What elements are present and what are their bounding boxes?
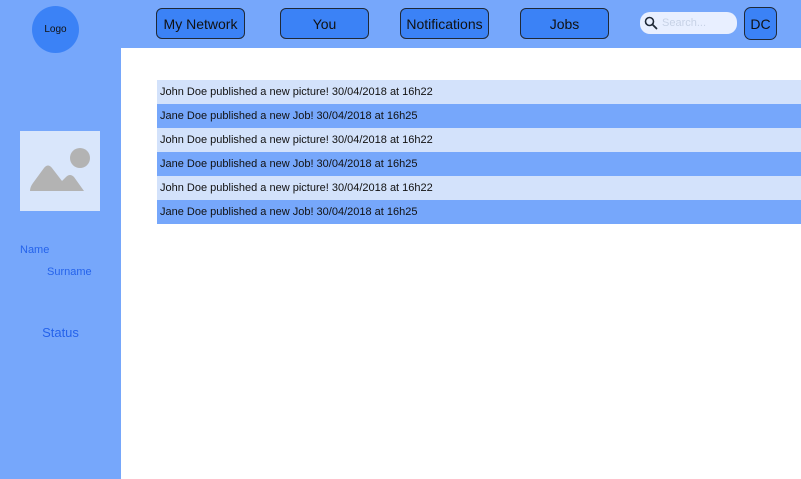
- logo-label: Logo: [44, 24, 67, 35]
- avatar: [20, 131, 100, 211]
- feed-item-text: John Doe published a new picture! 30/04/…: [160, 86, 433, 98]
- feed-item-text: John Doe published a new picture! 30/04/…: [160, 134, 433, 146]
- feed-item[interactable]: Jane Doe published a new Job! 30/04/2018…: [157, 152, 801, 176]
- feed-item-text: Jane Doe published a new Job! 30/04/2018…: [160, 110, 418, 122]
- nav-my-network-button[interactable]: My Network: [156, 8, 245, 39]
- nav-you-label: You: [312, 15, 337, 32]
- nav-jobs-label: Jobs: [549, 15, 580, 32]
- feed-item-text: John Doe published a new picture! 30/04/…: [160, 182, 433, 194]
- nav-notifications-label: Notifications: [406, 15, 483, 32]
- search-input[interactable]: [660, 16, 736, 30]
- logo[interactable]: Logo: [32, 6, 79, 53]
- profile-status: Status: [42, 325, 79, 340]
- nav-jobs-button[interactable]: Jobs: [520, 8, 609, 39]
- feed-item-text: Jane Doe published a new Job! 30/04/2018…: [160, 206, 418, 218]
- user-menu-button[interactable]: DC: [744, 7, 777, 40]
- nav-my-network-label: My Network: [163, 15, 238, 32]
- profile-surname: Surname: [47, 266, 92, 278]
- feed-item[interactable]: Jane Doe published a new Job! 30/04/2018…: [157, 104, 801, 128]
- feed-item[interactable]: John Doe published a new picture! 30/04/…: [157, 80, 801, 104]
- profile-name: Name: [20, 244, 50, 256]
- feed-item-text: Jane Doe published a new Job! 30/04/2018…: [160, 158, 418, 170]
- page: Logo My Network You Notifications Jobs D…: [0, 0, 801, 479]
- user-initials: DC: [750, 15, 771, 32]
- feed-item[interactable]: John Doe published a new picture! 30/04/…: [157, 128, 801, 152]
- activity-feed: John Doe published a new picture! 30/04/…: [157, 80, 801, 224]
- nav-you-button[interactable]: You: [280, 8, 369, 39]
- feed-item[interactable]: John Doe published a new picture! 30/04/…: [157, 176, 801, 200]
- feed-item[interactable]: Jane Doe published a new Job! 30/04/2018…: [157, 200, 801, 224]
- search-icon: [644, 16, 658, 30]
- nav-notifications-button[interactable]: Notifications: [400, 8, 489, 39]
- search-box[interactable]: [640, 12, 737, 34]
- image-placeholder-icon: [30, 148, 90, 191]
- sidebar: [0, 0, 121, 479]
